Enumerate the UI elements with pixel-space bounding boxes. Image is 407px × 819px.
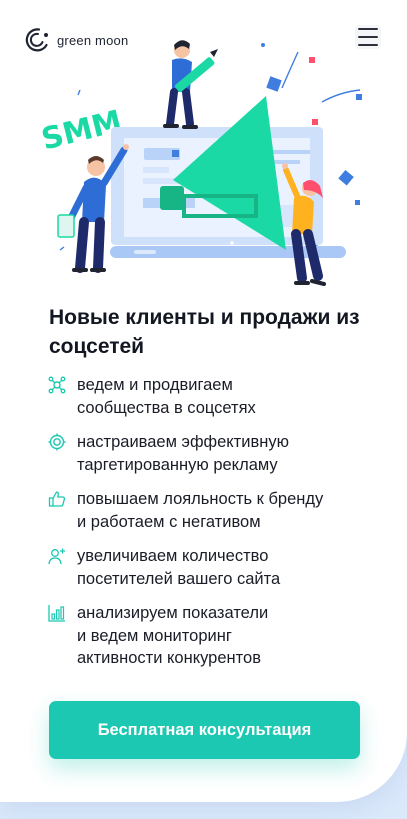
feature-text: повышаем лояльность к бренду и работаем … <box>77 490 324 531</box>
feature-item: настраиваем эффективную таргетированную … <box>48 431 388 476</box>
hero-illustration: SMM <box>38 40 362 286</box>
free-consultation-button[interactable]: Бесплатная консультация <box>49 701 360 759</box>
feature-text: анализируем показатели и ведем мониторин… <box>77 604 269 667</box>
network-icon <box>48 376 66 394</box>
feature-text: увеличиваем количество посетителей вашег… <box>77 547 281 588</box>
target-icon <box>48 433 66 451</box>
feature-text: настраиваем эффективную таргетированную … <box>77 433 289 474</box>
add-user-icon <box>48 548 65 565</box>
feature-item: ведем и продвигаем сообщества в соцсетях <box>48 374 388 419</box>
feature-item: анализируем показатели и ведем мониторин… <box>48 602 388 670</box>
page-title: Новые клиенты и продажи из соцсетей <box>49 306 360 358</box>
bar-chart-icon <box>48 605 65 622</box>
feature-item: увеличиваем количество посетителей вашег… <box>48 545 388 590</box>
page: green moon SMM Новые клиенты и продажи и… <box>0 0 407 802</box>
thumbs-up-icon <box>48 491 66 507</box>
feature-item: повышаем лояльность к бренду и работаем … <box>48 488 388 533</box>
feature-text: ведем и продвигаем сообщества в соцсетях <box>77 376 256 417</box>
feature-list: ведем и продвигаем сообщества в соцсетях… <box>48 374 388 682</box>
